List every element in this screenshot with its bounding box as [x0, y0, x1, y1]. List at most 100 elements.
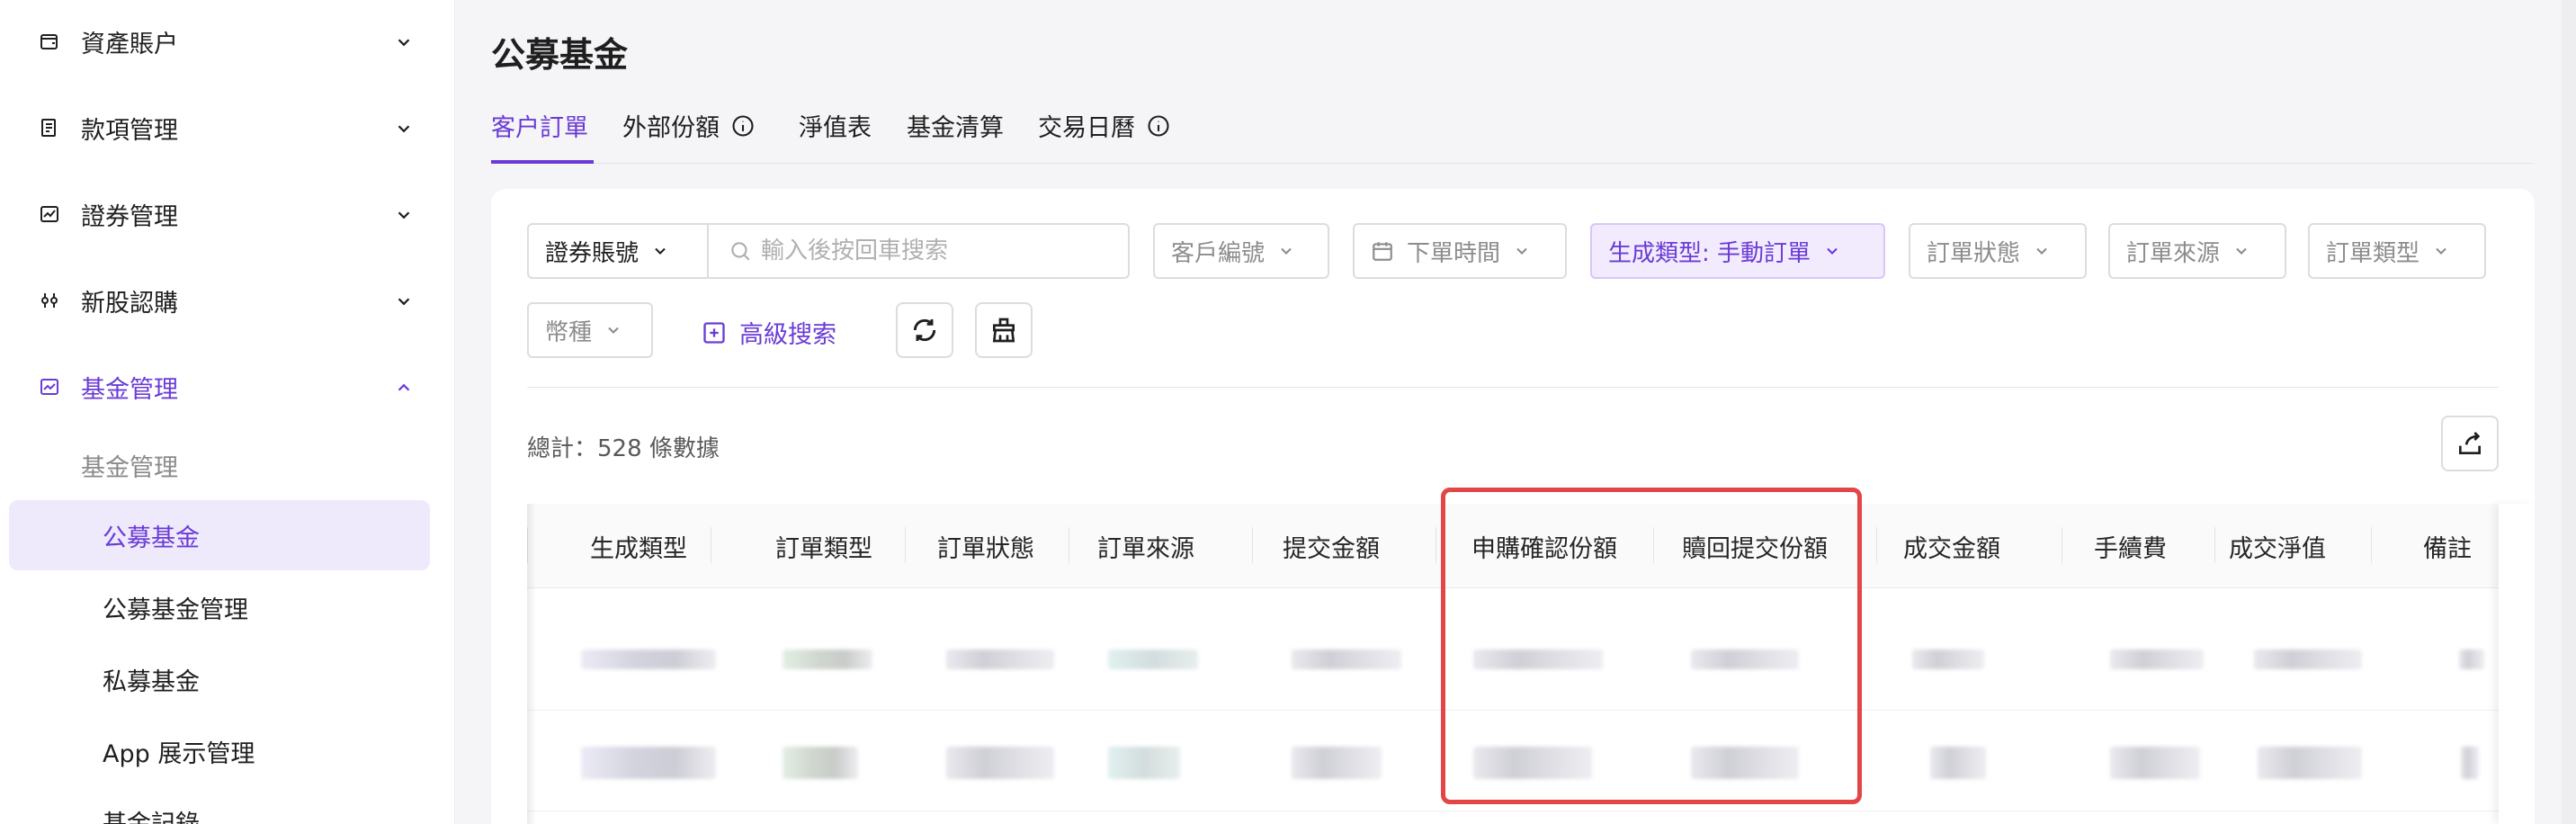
clear-filters-button[interactable] — [975, 302, 1033, 358]
redacted-cell — [581, 649, 716, 669]
generation-type-filter[interactable]: 生成類型: 手動訂單 — [1590, 223, 1885, 279]
menu-item-payments[interactable]: 款項管理 — [0, 101, 455, 155]
active-tab-indicator — [491, 160, 594, 164]
table-row[interactable] — [527, 610, 2499, 711]
search-box[interactable] — [709, 223, 1130, 279]
redacted-cell — [946, 747, 1054, 779]
sidebar: 資產賬户 款項管理 證券管理 新股認購 基金管理 基金管理 公募基金 公募基金管… — [0, 0, 455, 824]
column-header[interactable]: 提交金額 — [1283, 529, 1380, 564]
filter-label: 幣種 — [545, 318, 593, 346]
column-header[interactable]: 生成類型 — [590, 529, 687, 564]
currency-filter[interactable]: 幣種 — [527, 302, 653, 358]
advanced-search-label: 高級搜索 — [739, 321, 836, 349]
order-type-filter[interactable]: 訂單類型 — [2308, 223, 2486, 279]
redacted-cell — [1930, 747, 1986, 779]
tab-fund-clearing[interactable]: 基金清算 — [907, 108, 1004, 143]
menu-label: 基金管理 — [81, 375, 178, 404]
redacted-cell — [2258, 747, 2362, 779]
tab-client-orders[interactable]: 客户訂單 — [491, 108, 588, 143]
account-type-select[interactable]: 證券賬號 — [527, 223, 709, 279]
chevron-down-icon — [398, 211, 410, 219]
column-divider — [2371, 527, 2372, 563]
tab-label: 交易日曆 — [1038, 114, 1135, 142]
tab-trading-calendar[interactable]: 交易日曆 — [1038, 108, 1171, 143]
refresh-button[interactable] — [896, 302, 953, 358]
export-button[interactable] — [2441, 416, 2499, 471]
plus-square-icon — [703, 321, 725, 344]
menu-label: 資產賬户 — [81, 30, 178, 58]
info-icon[interactable] — [1146, 113, 1171, 139]
redacted-cell — [2110, 747, 2200, 779]
submenu-item-app-display[interactable]: App 展示管理 — [9, 716, 430, 786]
submenu-item-public-fund[interactable]: 公募基金 — [9, 500, 430, 570]
menu-item-ipo[interactable]: 新股認購 — [0, 273, 455, 327]
redacted-cell — [946, 649, 1054, 669]
column-divider — [2214, 527, 2215, 563]
chevron-down-icon — [1516, 247, 1527, 255]
chevron-down-icon — [1827, 247, 1838, 255]
trend-chart-icon — [38, 375, 61, 399]
tab-nav-table[interactable]: 淨值表 — [799, 108, 872, 143]
redacted-cell — [581, 747, 716, 779]
menu-item-fund-management[interactable]: 基金管理 — [0, 360, 455, 414]
redacted-cell — [2459, 649, 2484, 669]
filter-label: 下單時間 — [1407, 239, 1501, 267]
menu-item-securities[interactable]: 證券管理 — [0, 187, 455, 241]
order-time-filter[interactable]: 下單時間 — [1353, 223, 1567, 279]
submenu-group-label: 基金管理 — [81, 453, 178, 482]
tab-label: 客户訂單 — [491, 114, 588, 142]
chevron-down-icon — [2436, 247, 2446, 255]
advanced-search-button[interactable]: 高級搜索 — [702, 315, 836, 350]
redacted-cell — [1912, 649, 1984, 669]
customer-number-filter[interactable]: 客戶編號 — [1153, 223, 1329, 279]
calendar-icon — [1373, 242, 1392, 261]
chevron-down-icon — [2236, 247, 2247, 255]
redacted-cell — [783, 747, 858, 779]
submenu-item-fund-records[interactable]: 基金記錄 — [9, 786, 430, 824]
column-header[interactable]: 手續費 — [2094, 529, 2167, 564]
tab-external-shares[interactable]: 外部份額 — [622, 108, 756, 143]
column-header[interactable]: 申購確認份額 — [1471, 529, 1617, 564]
redacted-cell — [1292, 649, 1401, 669]
stock-chart-icon — [38, 202, 61, 226]
chevron-down-icon — [2036, 247, 2047, 255]
table-row[interactable] — [527, 711, 2499, 811]
info-icon[interactable] — [730, 113, 756, 139]
menu-label: 證券管理 — [81, 202, 178, 231]
order-status-filter[interactable]: 訂單狀態 — [1909, 223, 2087, 279]
column-header[interactable]: 訂單來源 — [1097, 529, 1194, 564]
redacted-cell — [1473, 649, 1603, 669]
tab-label: 淨值表 — [799, 114, 872, 142]
tab-label: 外部份額 — [622, 114, 720, 142]
order-source-filter[interactable]: 訂單來源 — [2108, 223, 2286, 279]
column-divider — [1653, 527, 1654, 563]
chevron-up-icon — [398, 383, 410, 391]
column-header[interactable]: 成交金額 — [1903, 529, 2000, 564]
search-input[interactable] — [761, 237, 1103, 264]
redacted-cell — [1473, 747, 1592, 779]
broom-icon — [992, 318, 1015, 343]
filter-label: 訂單來源 — [2126, 239, 2221, 267]
chevron-down-icon — [398, 39, 410, 47]
column-header[interactable]: 訂單狀態 — [937, 529, 1034, 564]
redacted-cell — [2110, 649, 2204, 669]
column-divider — [1876, 527, 1877, 563]
window-scrollbar[interactable] — [2562, 0, 2576, 824]
redacted-cell — [1108, 649, 1198, 669]
redacted-cell — [1691, 649, 1799, 669]
menu-item-assets[interactable]: 資產賬户 — [0, 14, 455, 68]
export-icon — [2459, 432, 2481, 454]
column-header[interactable]: 成交淨值 — [2229, 529, 2326, 564]
redacted-cell — [2461, 747, 2479, 779]
total-count: 總計：528 條數據 — [527, 435, 720, 462]
chevron-down-icon — [608, 327, 619, 334]
submenu-item-private-fund[interactable]: 私募基金 — [9, 644, 430, 714]
column-divider — [905, 527, 906, 563]
table-header: 生成類型 訂單類型 訂單狀態 訂單來源 提交金額 申購確認份額 贖回提交份額 成… — [527, 504, 2499, 588]
chevron-down-icon — [398, 125, 410, 133]
column-header[interactable]: 訂單類型 — [775, 529, 872, 564]
submenu-item-public-fund-management[interactable]: 公募基金管理 — [9, 572, 430, 642]
filter-label: 客戶編號 — [1171, 239, 1266, 267]
column-header[interactable]: 贖回提交份額 — [1682, 529, 1828, 564]
column-header[interactable]: 備註 — [2423, 529, 2472, 564]
